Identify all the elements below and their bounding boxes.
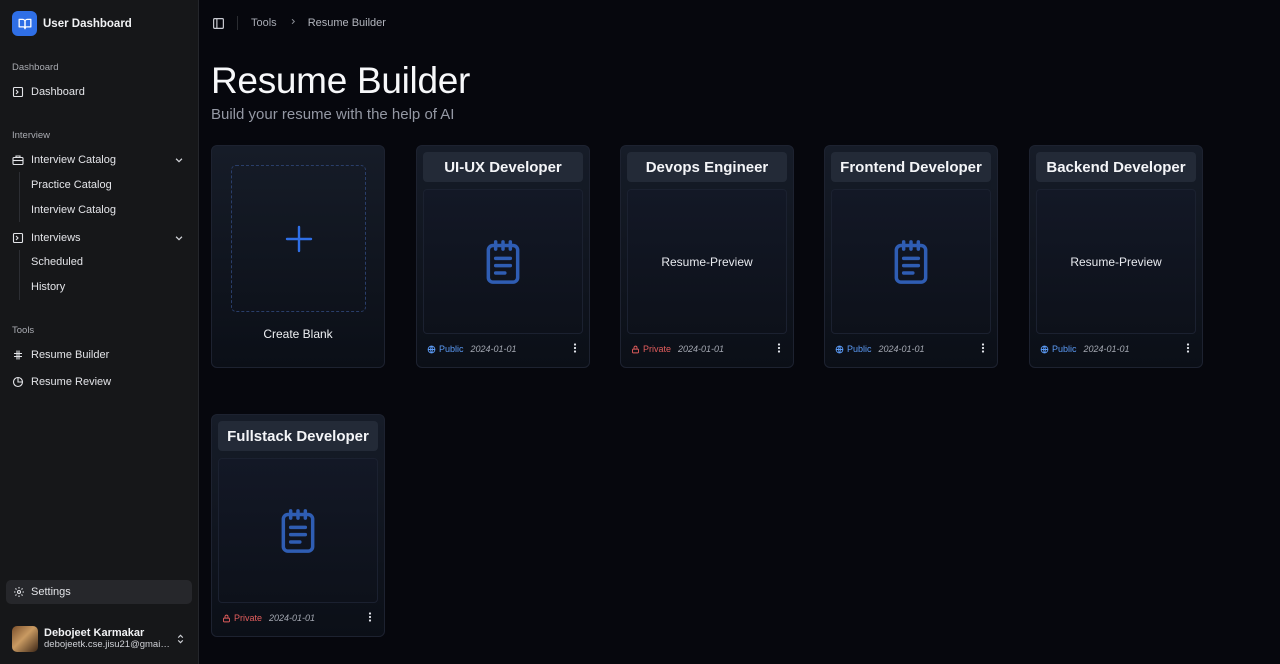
resume-preview-text: Resume-Preview <box>661 254 753 269</box>
resume-card[interactable]: Backend Developer Resume-Preview Public … <box>1029 145 1203 368</box>
create-blank-dropzone[interactable] <box>231 165 366 312</box>
chevron-down-icon[interactable] <box>174 233 184 246</box>
briefcase-icon <box>12 154 24 166</box>
settings-label: Settings <box>31 586 71 598</box>
sidebar-item-label: Resume Builder <box>31 349 110 361</box>
resume-card-title: Backend Developer <box>1036 152 1196 182</box>
section-label-tools: Tools <box>12 325 35 336</box>
dashboard-icon <box>12 86 24 98</box>
resume-card-title: Devops Engineer <box>627 152 787 182</box>
visibility-badge: Private <box>222 613 262 623</box>
sidebar-item-interview-catalog[interactable]: Interview Catalog <box>12 150 188 170</box>
hash-icon <box>12 349 24 361</box>
resume-date: 2024-01-01 <box>269 613 316 623</box>
brand[interactable]: User Dashboard <box>12 11 132 36</box>
section-label-interview: Interview <box>12 130 51 141</box>
visibility-label: Public <box>1052 344 1077 354</box>
visibility-badge: Public <box>427 344 464 354</box>
sidebar-item-resume-review[interactable]: Resume Review <box>12 372 188 392</box>
resume-card[interactable]: Devops Engineer Resume-Preview Private 2… <box>620 145 794 368</box>
sidebar-toggle-icon[interactable] <box>212 17 225 30</box>
breadcrumb-current: Resume Builder <box>307 17 386 29</box>
more-vertical-icon[interactable] <box>977 342 989 354</box>
globe-icon <box>427 345 436 354</box>
breadcrumb-tools[interactable]: Tools <box>251 17 277 29</box>
settings-button[interactable]: Settings <box>6 580 192 604</box>
sidebar-item-label: Interview Catalog <box>31 154 116 166</box>
globe-icon <box>1040 345 1049 354</box>
avatar <box>12 626 38 652</box>
pie-chart-icon <box>12 376 24 388</box>
visibility-label: Public <box>847 344 872 354</box>
sidebar-item-label: Resume Review <box>31 376 112 388</box>
resume-date: 2024-01-01 <box>678 344 725 354</box>
gear-icon <box>13 586 25 598</box>
resume-date: 2024-01-01 <box>1083 344 1130 354</box>
resume-card-preview[interactable] <box>831 189 991 334</box>
chevron-right-icon <box>289 17 297 29</box>
sidebar-item-interviews[interactable]: Interviews <box>12 228 188 248</box>
sidebar-item-label: Dashboard <box>31 86 85 98</box>
header-divider <box>237 16 238 30</box>
submenu-divider <box>19 172 20 222</box>
user-name: Debojeet Karmakar <box>44 627 145 640</box>
resume-card[interactable]: Fullstack Developer Private 2024-01-01 <box>211 414 385 637</box>
user-email: debojeetk.cse.jisu21@gmail.com <box>44 639 170 650</box>
visibility-badge: Public <box>835 344 872 354</box>
resume-card[interactable]: Frontend Developer Public 2024-01-01 <box>824 145 998 368</box>
visibility-label: Private <box>234 613 263 623</box>
visibility-badge: Public <box>1040 344 1077 354</box>
visibility-label: Private <box>643 344 672 354</box>
user-menu[interactable]: Debojeet Karmakar debojeetk.cse.jisu21@g… <box>12 626 188 652</box>
sidebar-item-resume-builder[interactable]: Resume Builder <box>12 345 188 365</box>
sidebar-item-history[interactable]: History <box>31 281 65 293</box>
visibility-badge: Private <box>631 344 671 354</box>
submenu-divider <box>19 250 20 300</box>
notepad-icon <box>276 507 320 555</box>
resume-date: 2024-01-01 <box>878 344 925 354</box>
sidebar: User Dashboard Dashboard Dashboard Inter… <box>0 0 199 664</box>
resume-preview-text: Resume-Preview <box>1070 254 1162 269</box>
app-title: User Dashboard <box>43 17 132 30</box>
visibility-label: Public <box>439 344 464 354</box>
sidebar-item-scheduled[interactable]: Scheduled <box>31 256 83 268</box>
resume-card-title: Fullstack Developer <box>218 421 378 451</box>
more-vertical-icon[interactable] <box>569 342 581 354</box>
section-label-dashboard: Dashboard <box>12 62 59 73</box>
create-blank-label: Create Blank <box>263 327 333 341</box>
chevrons-up-down-icon[interactable] <box>175 632 186 650</box>
page-title: Resume Builder <box>211 60 471 101</box>
resume-card-title: UI-UX Developer <box>423 152 583 182</box>
resume-card[interactable]: UI-UX Developer Public 2024-01-01 <box>416 145 590 368</box>
more-vertical-icon[interactable] <box>773 342 785 354</box>
sidebar-item-label: Interviews <box>31 232 81 244</box>
resume-card-preview[interactable]: Resume-Preview <box>1036 189 1196 334</box>
resume-date: 2024-01-01 <box>470 344 517 354</box>
sidebar-item-dashboard[interactable]: Dashboard <box>12 82 188 102</box>
sidebar-item-interview-catalog-sub[interactable]: Interview Catalog <box>31 204 116 216</box>
resume-card-preview[interactable]: Resume-Preview <box>627 189 787 334</box>
lock-icon <box>631 345 640 354</box>
plus-icon <box>281 221 317 257</box>
lock-icon <box>222 614 231 623</box>
notepad-icon <box>889 238 933 286</box>
page-subtitle: Build your resume with the help of AI <box>211 106 455 123</box>
more-vertical-icon[interactable] <box>1182 342 1194 354</box>
more-vertical-icon[interactable] <box>364 611 376 623</box>
resume-card-preview[interactable] <box>218 458 378 603</box>
resume-card-preview[interactable] <box>423 189 583 334</box>
book-open-icon <box>12 11 37 36</box>
notepad-icon <box>481 238 525 286</box>
terminal-icon <box>12 232 24 244</box>
chevron-down-icon[interactable] <box>174 155 184 168</box>
sidebar-item-practice-catalog[interactable]: Practice Catalog <box>31 179 112 191</box>
create-blank-card[interactable]: Create Blank <box>211 145 385 368</box>
globe-icon <box>835 345 844 354</box>
breadcrumb: Tools Resume Builder <box>212 16 386 30</box>
resume-card-title: Frontend Developer <box>831 152 991 182</box>
